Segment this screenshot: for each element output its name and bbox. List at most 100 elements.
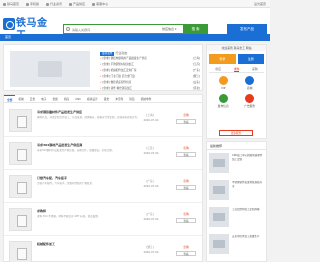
main-nav: 首页 [0, 34, 270, 41]
subtab-procure[interactable]: 采购 [252, 66, 258, 72]
item-location: [广东] [146, 213, 154, 216]
register-button[interactable]: 注册 [237, 54, 264, 64]
service-icon [92, 2, 96, 6]
login-buttons: 登录 注册 [209, 54, 264, 64]
header: 铁马金工 供应信息 ▾ 搜 索 发布产品 [0, 8, 270, 41]
list-item[interactable]: 求购焊 求购 304 不锈钢，材料不能低于 4M7 标准，现金结算。 [广东] … [4, 203, 202, 236]
item-description: 订做汽车配件，汽车扳手，需要有经验的厂家联系。 [37, 182, 95, 185]
category-tab[interactable]: 五金 [27, 95, 38, 102]
site-logo[interactable]: 铁马金工 [3, 18, 53, 41]
vip-icon [218, 76, 228, 85]
featured-text[interactable]: CNC加工中心精密机械零件加工定制 [232, 154, 264, 161]
top-link-supply[interactable]: 产品供应 [69, 2, 85, 6]
category-tab[interactable]: 金属 [50, 95, 61, 102]
item-date: 2020-07-04 [143, 218, 159, 221]
featured-image[interactable] [209, 153, 229, 173]
featured-text[interactable]: 五金冲压件加工批量生产 [232, 235, 264, 239]
ads-icon [245, 94, 255, 103]
set-homepage-link[interactable]: 设为首页 [254, 2, 266, 6]
featured-image[interactable] [209, 234, 229, 254]
publish-button[interactable]: 发布产品 [227, 24, 267, 34]
top-link-mobile[interactable]: 手机版 [26, 2, 39, 6]
service-ads[interactable]: 广告服务 [237, 94, 264, 108]
item-thumbnail[interactable] [9, 109, 32, 132]
search-input[interactable] [72, 26, 152, 33]
search-scope-select[interactable]: 供应信息 ▾ [162, 26, 184, 33]
item-status: 急购 [183, 245, 189, 249]
item-status: 急购 [183, 113, 189, 117]
category-tab[interactable]: 机械零件 [138, 95, 155, 102]
banner-section: 最新发布 行业动态 [供求] 钢结构建筑用产品批发生产供应[上海] [供求] 不… [3, 44, 203, 91]
item-description: 求购 304 不锈钢，材料不能低于 4M7 标准，现金结算。 [37, 215, 101, 218]
banner-image[interactable] [10, 51, 90, 87]
welcome-text: 欢迎来到 铁马金工 网站 [207, 45, 266, 51]
category-tabs: 全部 机械 五金 电子 金属 机床 CNC 模具设计 钣金 冲压件 铸造 机械零… [4, 95, 202, 103]
list-item[interactable]: 订做汽车配，汽车扳手 订做汽车配件，汽车扳手，需要有经验的厂家联系。 [广东] … [4, 170, 202, 203]
news-item[interactable]: [供求] 铸件 精密铸造加工[河北] [100, 86, 200, 92]
view-button[interactable]: 查看 [176, 119, 196, 124]
view-button[interactable]: 查看 [176, 152, 196, 157]
featured-text[interactable]: 不锈钢管件批发零售规格齐全 [232, 181, 264, 188]
phone-icon [26, 2, 30, 6]
item-date: 2020-07-04 [143, 251, 159, 254]
featured-item[interactable]: CNC加工中心精密机械零件加工定制 [209, 153, 264, 178]
supply-icon [69, 2, 73, 6]
item-status: 急购 [183, 146, 189, 150]
category-tab[interactable]: 机床 [61, 95, 72, 102]
item-title[interactable]: 订做汽车配，汽车扳手 [37, 176, 157, 180]
view-button[interactable]: 查看 [176, 218, 196, 223]
item-thumbnail[interactable] [9, 175, 32, 198]
mall-icon [245, 76, 255, 85]
login-button[interactable]: 登录 [209, 54, 236, 64]
category-tab[interactable]: 冲压件 [112, 95, 126, 102]
service-vip[interactable]: VIP [210, 76, 237, 90]
logo-mark-icon [3, 18, 15, 30]
search-icon [66, 27, 70, 31]
featured-text[interactable]: 工业铝型材加工定制开模 [232, 208, 264, 212]
item-thumbnail[interactable] [9, 208, 32, 231]
subtab-supply[interactable]: 供应 [215, 66, 221, 72]
item-thumbnail[interactable] [9, 241, 32, 262]
item-title[interactable]: 寻求钢铁建材件产品批发生产供应 [37, 110, 157, 114]
item-status: 急购 [183, 212, 189, 216]
item-date: 2020-07-04 [143, 152, 159, 155]
subtab-purchase[interactable]: 求购 [233, 66, 240, 72]
category-tab[interactable]: 钣金 [101, 95, 112, 102]
top-link-home[interactable]: 铁马首页 [3, 2, 19, 6]
publish-icon [218, 94, 228, 103]
featured-image[interactable] [209, 207, 229, 227]
category-tab[interactable]: 电子 [38, 95, 49, 102]
more-services-button[interactable]: 更多服务 [219, 130, 253, 136]
list-item[interactable]: 寻求钢铁建材件产品批发生产供应 钢材产品，寻求定制合作加工，产品批发，提供报价，… [4, 104, 202, 137]
featured-item[interactable]: 五金冲压件加工批量生产 [209, 234, 264, 259]
service-mall[interactable]: 商城 [237, 76, 264, 90]
item-thumbnail[interactable] [9, 142, 32, 165]
item-title[interactable]: 求购焊 [37, 209, 157, 213]
service-publish[interactable]: 发布信息 [210, 94, 237, 108]
category-tab[interactable]: 模具设计 [84, 95, 101, 102]
category-tab[interactable]: CNC [72, 95, 84, 102]
item-title[interactable]: 机械配件加工 [37, 242, 157, 246]
service-grid: VIP 商城 发布信息 广告服务 [210, 76, 263, 108]
item-date: 2020-07-04 [143, 185, 159, 188]
featured-item[interactable]: 不锈钢管件批发零售规格齐全 [209, 180, 264, 205]
item-status: 急购 [183, 179, 189, 183]
top-link-news[interactable]: 行业资讯 [46, 2, 62, 6]
search-button[interactable]: 搜 索 [183, 24, 208, 34]
top-link-service[interactable]: 客服中心 [92, 2, 108, 6]
featured-image[interactable] [209, 180, 229, 200]
view-button[interactable]: 查看 [176, 185, 196, 190]
purchase-list: 全部 机械 五金 电子 金属 机床 CNC 模具设计 钣金 冲压件 铸造 机械零… [3, 94, 203, 262]
category-tab[interactable]: 全部 [4, 95, 16, 102]
item-location: [广东] [146, 180, 154, 183]
category-tab[interactable]: 机械 [15, 95, 26, 102]
category-tab[interactable]: 铸造 [126, 95, 137, 102]
featured-item[interactable]: 工业铝型材加工定制开模 [209, 207, 264, 232]
nav-home[interactable]: 首页 [5, 34, 11, 41]
home-icon [3, 2, 6, 6]
view-button[interactable]: 查看 [176, 251, 196, 256]
featured-panel: 最新推荐 CNC加工中心精密机械零件加工定制 不锈钢管件批发零售规格齐全 工业铝… [206, 141, 267, 262]
item-title[interactable]: 寻求304钢材产品批发生产供应商 [37, 143, 157, 147]
list-item[interactable]: 寻求304钢材产品批发生产供应商 寻求304钢材产品批发生产供应商，长期合作，质… [4, 137, 202, 170]
list-item[interactable]: 机械配件加工 [浙江] 2020-07-04 急购 查看 [4, 236, 202, 262]
